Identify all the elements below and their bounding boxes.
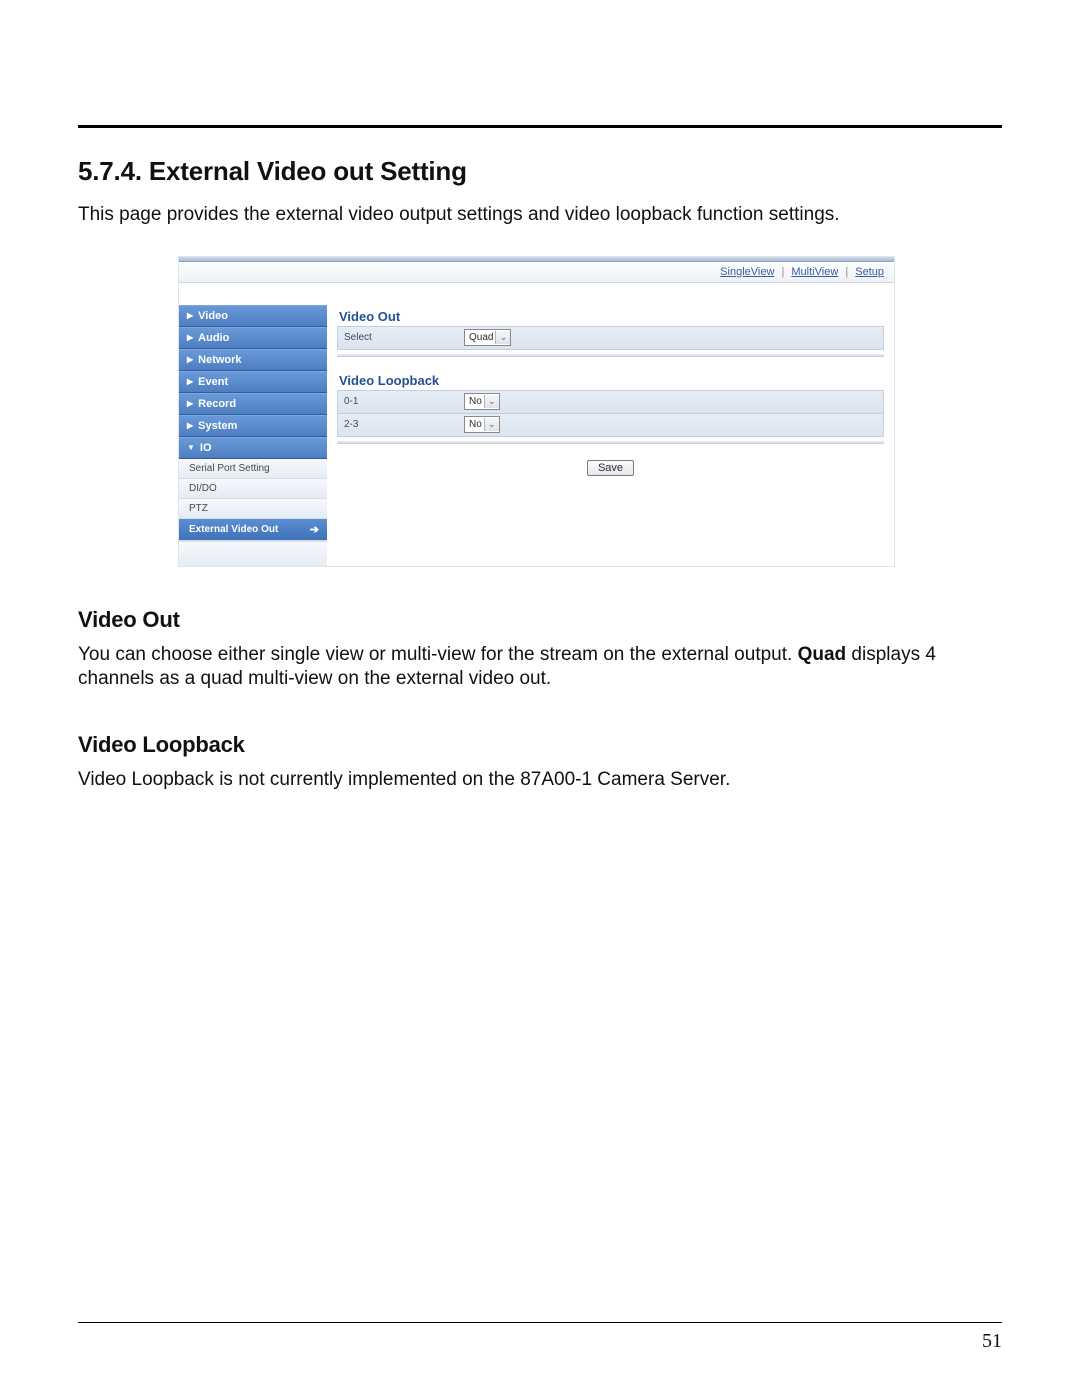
select-value: Quad [469,332,493,343]
sidebar-item-system[interactable]: ▶ System [179,415,327,437]
topbar: SingleView | MultiView | Setup [179,262,894,283]
intro-text: This page provides the external video ou… [78,203,1002,228]
sidebar-bottom-pad [179,541,327,566]
arrow-right-icon: ➔ [310,523,319,536]
divider [337,354,884,357]
loopback-label-2-3: 2-3 [344,419,464,430]
loopback-row-0-1: 0-1 No ⌄ [337,390,884,414]
video-out-group-title: Video Out [339,309,884,324]
video-loopback-group-title: Video Loopback [339,373,884,388]
video-loopback-paragraph: Video Loopback is not currently implemen… [78,768,1002,793]
sidebar-item-label: Audio [198,332,229,344]
chevron-down-icon: ⌄ [484,418,499,431]
save-button[interactable]: Save [587,460,634,476]
triangle-right-icon: ▶ [187,311,193,320]
sidebar-item-label: Video [198,310,228,322]
text-bold-quad: Quad [798,644,847,665]
link-multiview[interactable]: MultiView [791,266,838,278]
bottom-rule [78,1322,1002,1323]
video-out-select-label: Select [344,332,464,343]
video-out-subheading: Video Out [78,607,1002,633]
loopback-row-2-3: 2-3 No ⌄ [337,414,884,437]
sidebar-item-event[interactable]: ▶ Event [179,371,327,393]
sidebar-item-label: Event [198,376,228,388]
link-singleview[interactable]: SingleView [720,266,774,278]
chevron-down-icon: ⌄ [484,395,499,408]
sidebar-item-io[interactable]: ▼ IO [179,437,327,459]
sidebar-item-audio[interactable]: ▶ Audio [179,327,327,349]
text-a: You can choose either single view or mul… [78,644,798,665]
sep-icon: | [841,266,852,278]
link-setup[interactable]: Setup [855,266,884,278]
sidebar-sub-external-video-out[interactable]: External Video Out ➔ [179,519,327,541]
divider [337,441,884,444]
video-out-select-row: Select Quad ⌄ [337,326,884,350]
sidebar-sub-serial[interactable]: Serial Port Setting [179,459,327,479]
triangle-down-icon: ▼ [187,443,195,452]
loopback-label-0-1: 0-1 [344,396,464,407]
video-loopback-subheading: Video Loopback [78,732,1002,758]
sidebar-sub-dido[interactable]: DI/DO [179,479,327,499]
loopback-select-0-1[interactable]: No ⌄ [464,393,500,410]
sidebar: ▶ Video ▶ Audio ▶ Network ▶ Event ▶ Re [179,283,327,566]
triangle-right-icon: ▶ [187,355,193,364]
sep-icon: | [777,266,788,278]
top-rule [78,125,1002,128]
triangle-right-icon: ▶ [187,333,193,342]
sidebar-item-video[interactable]: ▶ Video [179,305,327,327]
sidebar-item-label: IO [200,442,212,454]
content-area: Video Out Select Quad ⌄ Video Loopback 0… [327,283,894,566]
sidebar-sub-ptz[interactable]: PTZ [179,499,327,519]
sidebar-item-label: Record [198,398,236,410]
video-out-select[interactable]: Quad ⌄ [464,329,511,346]
page-number: 51 [982,1330,1002,1353]
triangle-right-icon: ▶ [187,377,193,386]
sidebar-item-label: System [198,420,237,432]
section-heading: 5.7.4. External Video out Setting [78,156,1002,187]
sidebar-item-label: Network [198,354,241,366]
video-out-paragraph: You can choose either single view or mul… [78,643,1002,692]
triangle-right-icon: ▶ [187,399,193,408]
chevron-down-icon: ⌄ [495,331,510,344]
select-value: No [469,419,482,430]
triangle-right-icon: ▶ [187,421,193,430]
sidebar-item-record[interactable]: ▶ Record [179,393,327,415]
embedded-settings-panel: SingleView | MultiView | Setup ▶ Video ▶… [178,256,895,567]
select-value: No [469,396,482,407]
sidebar-item-label: External Video Out [189,524,278,535]
sidebar-item-network[interactable]: ▶ Network [179,349,327,371]
loopback-select-2-3[interactable]: No ⌄ [464,416,500,433]
